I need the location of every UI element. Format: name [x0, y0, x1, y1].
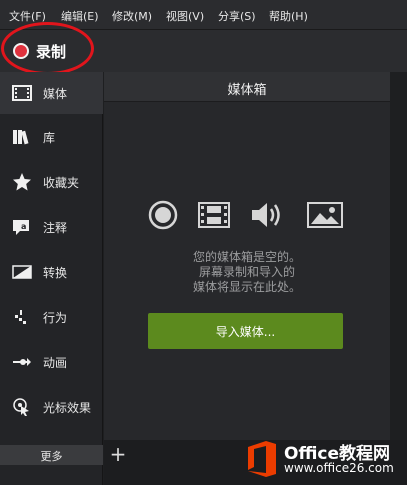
sidebar-item-favorites[interactable]: 收藏夹 [0, 161, 103, 203]
plus-icon: + [109, 442, 127, 466]
sidebar: 媒体 库 收藏夹 a 注释 转换 行为 动画 光标效果 更多 [0, 72, 103, 485]
import-media-label: 导入媒体... [215, 325, 276, 339]
menu-share[interactable]: 分享(S) [218, 8, 256, 24]
sidebar-item-library[interactable]: 库 [0, 116, 103, 158]
film-icon [12, 85, 32, 101]
sidebar-item-annotations[interactable]: a 注释 [0, 206, 103, 248]
import-media-button[interactable]: 导入媒体... [148, 313, 343, 349]
more-label: 更多 [40, 450, 63, 463]
office-logo-icon [248, 441, 276, 477]
sidebar-item-label: 光标效果 [43, 401, 92, 415]
annotation-icon: a [13, 220, 29, 235]
record-dot-icon [13, 43, 29, 59]
menu-view[interactable]: 视图(V) [166, 8, 204, 24]
record-bar: 录制 [0, 30, 407, 72]
record-icon[interactable] [148, 200, 178, 230]
sidebar-item-label: 转换 [43, 266, 68, 280]
media-bin-panel: 媒体箱 您的媒体箱是空的。 屏幕录制和导入的 媒体将显示在此处。 导入媒体... [104, 72, 390, 440]
menu-help[interactable]: 帮助(H) [269, 8, 308, 24]
media-bin-header: 媒体箱 [104, 72, 390, 102]
menu-file[interactable]: 文件(F) [9, 8, 46, 24]
empty-message-line-2: 屏幕录制和导入的 [198, 265, 295, 279]
empty-message-line-1: 您的媒体箱是空的。 [192, 250, 301, 264]
record-button[interactable]: 录制 [6, 36, 80, 66]
sidebar-item-cursor-effects[interactable]: 光标效果 [0, 386, 103, 428]
more-button[interactable]: 更多 [0, 445, 103, 465]
sidebar-item-label: 动画 [43, 356, 68, 370]
sidebar-item-media[interactable]: 媒体 [0, 72, 103, 114]
sidebar-item-label: 库 [43, 131, 56, 145]
page-title: 媒体箱 [227, 83, 267, 98]
audio-icon[interactable] [250, 201, 286, 229]
menu-bar: 文件(F) 编辑(E) 修改(M) 视图(V) 分享(S) 帮助(H) [0, 0, 407, 30]
panel-divider [390, 72, 407, 440]
menu-modify[interactable]: 修改(M) [112, 8, 152, 24]
record-label: 录制 [36, 43, 67, 61]
sidebar-item-transitions[interactable]: 转换 [0, 251, 103, 293]
sidebar-item-label: 媒体 [43, 87, 68, 101]
svg-text:a: a [21, 222, 26, 231]
animation-icon [13, 358, 31, 366]
sidebar-item-behaviors[interactable]: 行为 [0, 296, 103, 338]
image-icon[interactable] [307, 202, 343, 228]
star-icon [13, 173, 31, 191]
add-button[interactable]: + [106, 442, 130, 468]
sidebar-item-animations[interactable]: 动画 [0, 341, 103, 383]
watermark-url: www.office26.com [284, 461, 394, 475]
cursor-effect-icon [13, 398, 29, 416]
menu-edit[interactable]: 编辑(E) [61, 8, 99, 24]
sidebar-item-label: 收藏夹 [43, 176, 80, 190]
sidebar-item-label: 注释 [43, 221, 68, 235]
sidebar-item-label: 行为 [43, 311, 68, 325]
transition-icon [12, 265, 32, 279]
library-icon [13, 130, 29, 145]
film-icon[interactable] [198, 202, 230, 228]
empty-message-line-3: 媒体将显示在此处。 [192, 280, 301, 294]
behavior-icon [15, 310, 26, 324]
